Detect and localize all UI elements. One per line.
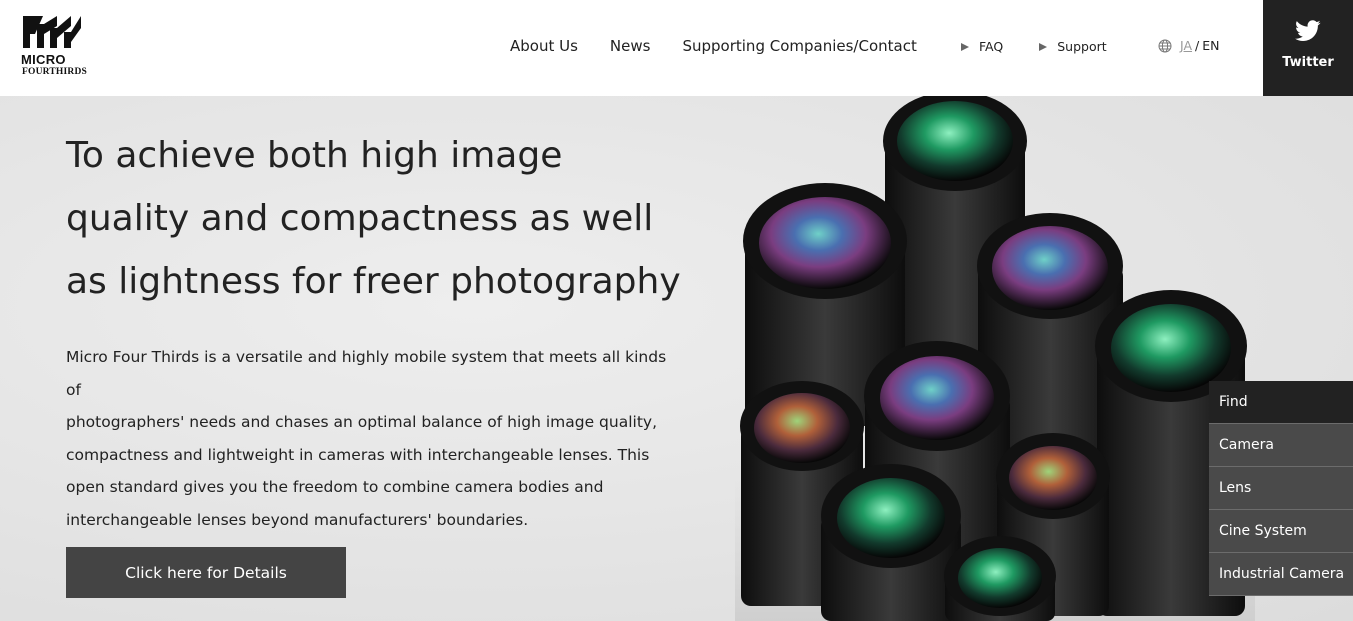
triangle-right-icon [1039, 42, 1048, 51]
hero-title: To achieve both high image quality and c… [66, 124, 706, 313]
hero-desc-line: compactness and lightweight in cameras w… [66, 445, 650, 464]
lang-en-link[interactable]: EN [1202, 38, 1219, 53]
lang-ja-link[interactable]: JA [1180, 38, 1192, 53]
details-button[interactable]: Click here for Details [66, 547, 346, 598]
triangle-right-icon [961, 42, 969, 51]
sub-nav: FAQ Support [961, 39, 1143, 54]
twitter-button[interactable]: Twitter [1263, 0, 1353, 96]
main-nav: About Us News Supporting Companies/Conta… [510, 37, 949, 55]
find-menu-title[interactable]: Find [1209, 381, 1353, 424]
hero-desc-line: interchangeable lenses beyond manufactur… [66, 510, 529, 529]
twitter-label: Twitter [1282, 55, 1334, 70]
hero-desc-line: open standard gives you the freedom to c… [66, 478, 604, 496]
nav-faq-label: FAQ [979, 39, 1004, 54]
hero-description: Micro Four Thirds is a versatile and hig… [66, 341, 676, 536]
find-menu-lens[interactable]: Lens [1209, 467, 1353, 510]
globe-icon [1158, 39, 1172, 52]
nav-supporting-companies[interactable]: Supporting Companies/Contact [682, 37, 916, 55]
lang-separator: / [1195, 38, 1200, 53]
hero-desc-line: Micro Four Thirds is a versatile and hig… [66, 348, 667, 399]
micro-four-thirds-logo[interactable]: MICRO FOURTHIRDS [21, 14, 88, 78]
lens-group-image [735, 96, 1255, 621]
hero-title-line: quality and compactness as well [66, 198, 654, 239]
site-header: MICRO FOURTHIRDS About Us News Supportin… [0, 0, 1353, 96]
twitter-bird-icon [1295, 20, 1321, 41]
logo-text-micro: MICRO [21, 52, 66, 67]
language-switcher: JA / EN [1158, 38, 1220, 53]
nav-support[interactable]: Support [1039, 39, 1107, 54]
hero-section: To achieve both high image quality and c… [0, 96, 1353, 621]
find-menu-camera[interactable]: Camera [1209, 424, 1353, 467]
find-menu-cine-system[interactable]: Cine System [1209, 510, 1353, 553]
logo-mark-icon [23, 16, 81, 48]
logo-text-fourthirds: FOURTHIRDS [22, 67, 88, 77]
find-menu-industrial-camera[interactable]: Industrial Camera [1209, 553, 1353, 596]
hero-title-line: as lightness for freer photography [66, 261, 681, 302]
nav-faq[interactable]: FAQ [961, 39, 1003, 54]
hero-desc-line: photographers' needs and chases an optim… [66, 413, 658, 431]
nav-about-us[interactable]: About Us [510, 37, 578, 55]
find-menu: Find Camera Lens Cine System Industrial … [1209, 381, 1353, 596]
hero-title-line: To achieve both high image [66, 135, 563, 176]
nav-news[interactable]: News [610, 37, 651, 55]
nav-support-label: Support [1057, 39, 1107, 54]
